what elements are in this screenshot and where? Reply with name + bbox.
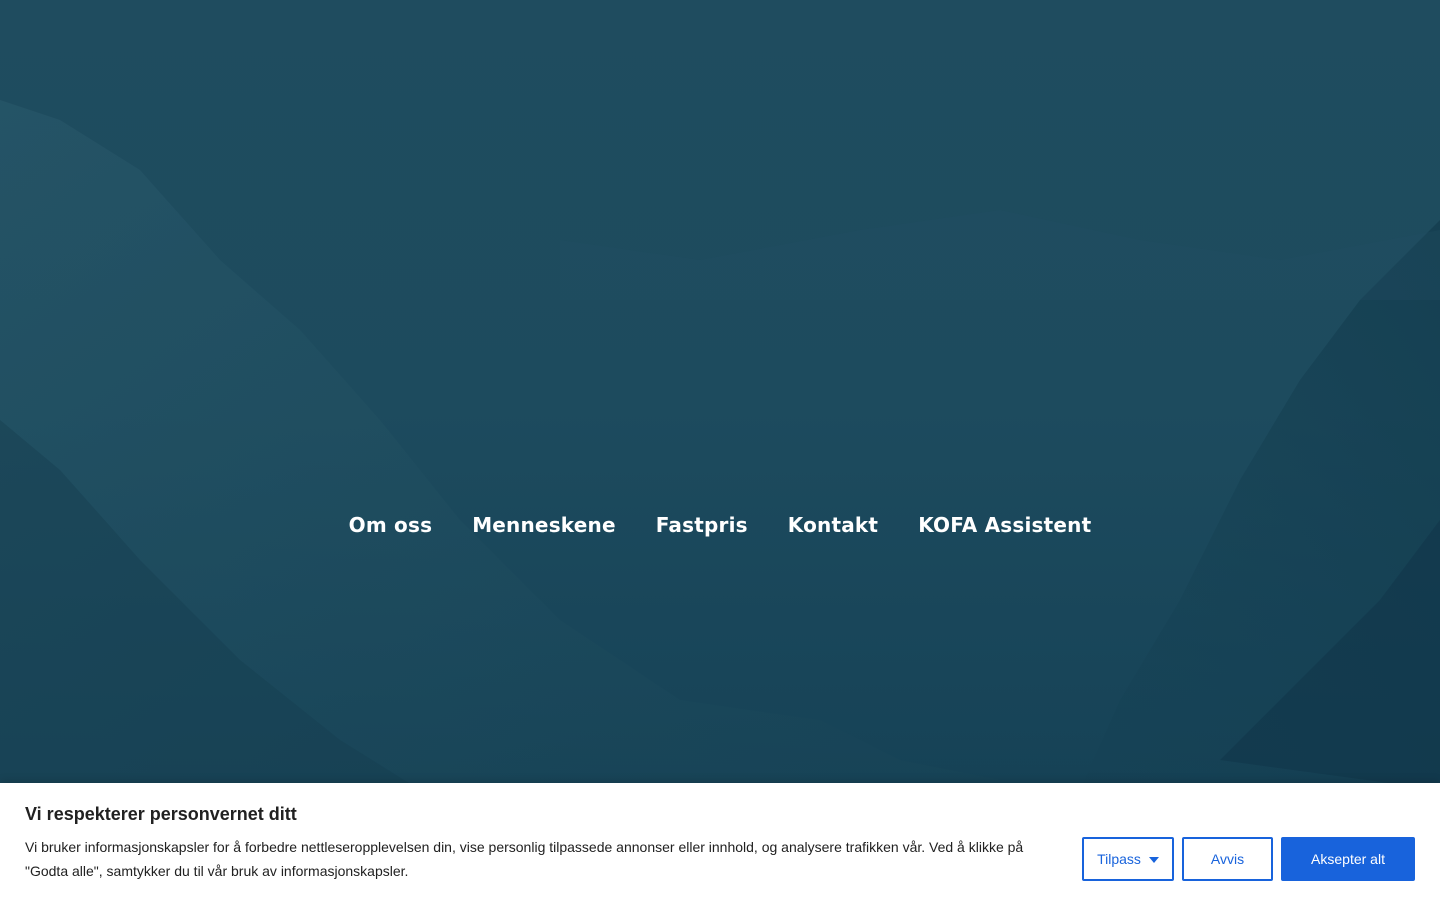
cookie-button-group: Tilpass Avvis Aksepter alt — [1082, 837, 1415, 881]
cookie-consent-banner: Vi respekterer personvernet ditt Vi bruk… — [0, 783, 1440, 900]
nav-link-fastpris[interactable]: Fastpris — [656, 508, 748, 542]
cookie-description: Vi bruker informasjonskapsler for å forb… — [25, 839, 1024, 879]
main-navigation: Om oss Menneskene Fastpris Kontakt KOFA … — [0, 508, 1440, 542]
customize-button[interactable]: Tilpass — [1082, 837, 1174, 881]
nav-link-menneskene[interactable]: Menneskene — [472, 508, 616, 542]
nav-link-kofa-assistent[interactable]: KOFA Assistent — [918, 508, 1091, 542]
hero-section: Om oss Menneskene Fastpris Kontakt KOFA … — [0, 0, 1440, 900]
customize-button-label: Tilpass — [1097, 851, 1141, 867]
cookie-title: Vi respekterer personvernet ditt — [25, 804, 297, 824]
caret-down-icon — [1148, 856, 1159, 863]
nav-link-kontakt[interactable]: Kontakt — [788, 508, 878, 542]
mountain-background-image — [0, 100, 1440, 790]
accept-all-button[interactable]: Aksepter alt — [1281, 837, 1415, 881]
reject-button[interactable]: Avvis — [1182, 837, 1273, 881]
nav-link-om-oss[interactable]: Om oss — [349, 508, 433, 542]
